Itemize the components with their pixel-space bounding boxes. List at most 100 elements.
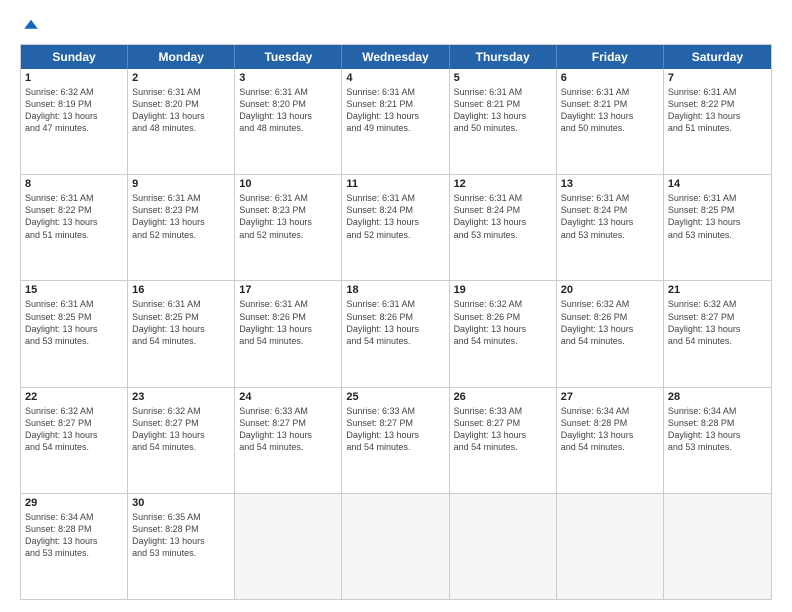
weekday-header-saturday: Saturday bbox=[664, 45, 771, 69]
cell-info-line: Sunrise: 6:32 AM bbox=[25, 405, 123, 417]
day-cell-14: 14Sunrise: 6:31 AMSunset: 8:25 PMDayligh… bbox=[664, 175, 771, 280]
day-cell-30: 30Sunrise: 6:35 AMSunset: 8:28 PMDayligh… bbox=[128, 494, 235, 599]
day-number: 28 bbox=[668, 391, 767, 403]
day-cell-7: 7Sunrise: 6:31 AMSunset: 8:22 PMDaylight… bbox=[664, 69, 771, 174]
cell-info-line: Daylight: 13 hours bbox=[132, 429, 230, 441]
day-cell-4: 4Sunrise: 6:31 AMSunset: 8:21 PMDaylight… bbox=[342, 69, 449, 174]
cell-info-line: Sunrise: 6:32 AM bbox=[561, 298, 659, 310]
day-number: 15 bbox=[25, 284, 123, 296]
calendar-row-5: 29Sunrise: 6:34 AMSunset: 8:28 PMDayligh… bbox=[21, 494, 771, 599]
day-cell-3: 3Sunrise: 6:31 AMSunset: 8:20 PMDaylight… bbox=[235, 69, 342, 174]
cell-info-line: and 54 minutes. bbox=[346, 335, 444, 347]
day-number: 2 bbox=[132, 72, 230, 84]
cell-info-line: Sunset: 8:20 PM bbox=[132, 98, 230, 110]
day-cell-24: 24Sunrise: 6:33 AMSunset: 8:27 PMDayligh… bbox=[235, 388, 342, 493]
cell-info-line: Daylight: 13 hours bbox=[132, 323, 230, 335]
cell-info-line: Sunrise: 6:35 AM bbox=[132, 511, 230, 523]
cell-info-line: and 48 minutes. bbox=[132, 122, 230, 134]
cell-info-line: and 53 minutes. bbox=[132, 547, 230, 559]
cell-info-line: Daylight: 13 hours bbox=[132, 110, 230, 122]
cell-info-line: Sunrise: 6:31 AM bbox=[454, 86, 552, 98]
calendar-row-3: 15Sunrise: 6:31 AMSunset: 8:25 PMDayligh… bbox=[21, 281, 771, 387]
cell-info-line: and 52 minutes. bbox=[239, 229, 337, 241]
cell-info-line: Sunset: 8:25 PM bbox=[25, 311, 123, 323]
day-number: 18 bbox=[346, 284, 444, 296]
cell-info-line: Sunrise: 6:33 AM bbox=[346, 405, 444, 417]
cell-info-line: Daylight: 13 hours bbox=[25, 535, 123, 547]
cell-info-line: Sunset: 8:24 PM bbox=[346, 204, 444, 216]
weekday-header-wednesday: Wednesday bbox=[342, 45, 449, 69]
header bbox=[20, 16, 772, 34]
logo bbox=[20, 16, 40, 34]
cell-info-line: Daylight: 13 hours bbox=[346, 110, 444, 122]
cell-info-line: Daylight: 13 hours bbox=[25, 216, 123, 228]
cell-info-line: and 54 minutes. bbox=[132, 335, 230, 347]
day-cell-9: 9Sunrise: 6:31 AMSunset: 8:23 PMDaylight… bbox=[128, 175, 235, 280]
cell-info-line: Sunset: 8:27 PM bbox=[454, 417, 552, 429]
cell-info-line: Daylight: 13 hours bbox=[668, 429, 767, 441]
cell-info-line: Sunrise: 6:31 AM bbox=[668, 192, 767, 204]
cell-info-line: Daylight: 13 hours bbox=[346, 323, 444, 335]
cell-info-line: Sunset: 8:26 PM bbox=[346, 311, 444, 323]
cell-info-line: Sunrise: 6:31 AM bbox=[132, 298, 230, 310]
cell-info-line: Daylight: 13 hours bbox=[132, 535, 230, 547]
day-number: 12 bbox=[454, 178, 552, 190]
cell-info-line: Daylight: 13 hours bbox=[454, 110, 552, 122]
cell-info-line: Sunrise: 6:31 AM bbox=[239, 86, 337, 98]
cell-info-line: Daylight: 13 hours bbox=[25, 110, 123, 122]
cell-info-line: Sunset: 8:23 PM bbox=[132, 204, 230, 216]
cell-info-line: Sunrise: 6:32 AM bbox=[454, 298, 552, 310]
cell-info-line: Sunrise: 6:31 AM bbox=[239, 192, 337, 204]
calendar-row-2: 8Sunrise: 6:31 AMSunset: 8:22 PMDaylight… bbox=[21, 175, 771, 281]
cell-info-line: and 50 minutes. bbox=[561, 122, 659, 134]
day-number: 22 bbox=[25, 391, 123, 403]
day-cell-1: 1Sunrise: 6:32 AMSunset: 8:19 PMDaylight… bbox=[21, 69, 128, 174]
cell-info-line: Sunset: 8:27 PM bbox=[25, 417, 123, 429]
day-number: 21 bbox=[668, 284, 767, 296]
day-cell-28: 28Sunrise: 6:34 AMSunset: 8:28 PMDayligh… bbox=[664, 388, 771, 493]
day-number: 24 bbox=[239, 391, 337, 403]
empty-cell bbox=[557, 494, 664, 599]
cell-info-line: Sunrise: 6:31 AM bbox=[561, 86, 659, 98]
cell-info-line: Sunrise: 6:31 AM bbox=[668, 86, 767, 98]
cell-info-line: and 54 minutes. bbox=[668, 335, 767, 347]
day-number: 16 bbox=[132, 284, 230, 296]
cell-info-line: Daylight: 13 hours bbox=[25, 323, 123, 335]
cell-info-line: Daylight: 13 hours bbox=[454, 429, 552, 441]
cell-info-line: Sunrise: 6:31 AM bbox=[132, 86, 230, 98]
weekday-header-friday: Friday bbox=[557, 45, 664, 69]
cell-info-line: and 54 minutes. bbox=[454, 441, 552, 453]
cell-info-line: Sunset: 8:21 PM bbox=[346, 98, 444, 110]
cell-info-line: Daylight: 13 hours bbox=[346, 429, 444, 441]
day-cell-6: 6Sunrise: 6:31 AMSunset: 8:21 PMDaylight… bbox=[557, 69, 664, 174]
cell-info-line: and 53 minutes. bbox=[25, 547, 123, 559]
cell-info-line: Sunset: 8:22 PM bbox=[25, 204, 123, 216]
cell-info-line: and 54 minutes. bbox=[561, 441, 659, 453]
cell-info-line: Sunset: 8:26 PM bbox=[454, 311, 552, 323]
cell-info-line: Sunset: 8:27 PM bbox=[239, 417, 337, 429]
day-number: 30 bbox=[132, 497, 230, 509]
cell-info-line: Sunset: 8:26 PM bbox=[239, 311, 337, 323]
day-number: 20 bbox=[561, 284, 659, 296]
day-number: 29 bbox=[25, 497, 123, 509]
cell-info-line: Sunrise: 6:33 AM bbox=[239, 405, 337, 417]
day-number: 19 bbox=[454, 284, 552, 296]
cell-info-line: and 48 minutes. bbox=[239, 122, 337, 134]
day-cell-27: 27Sunrise: 6:34 AMSunset: 8:28 PMDayligh… bbox=[557, 388, 664, 493]
day-cell-20: 20Sunrise: 6:32 AMSunset: 8:26 PMDayligh… bbox=[557, 281, 664, 386]
cell-info-line: Sunset: 8:20 PM bbox=[239, 98, 337, 110]
cell-info-line: Daylight: 13 hours bbox=[668, 110, 767, 122]
cell-info-line: and 54 minutes. bbox=[132, 441, 230, 453]
cell-info-line: Sunset: 8:24 PM bbox=[561, 204, 659, 216]
cell-info-line: Sunrise: 6:34 AM bbox=[25, 511, 123, 523]
cell-info-line: Sunrise: 6:32 AM bbox=[668, 298, 767, 310]
weekday-header-sunday: Sunday bbox=[21, 45, 128, 69]
cell-info-line: Daylight: 13 hours bbox=[454, 323, 552, 335]
empty-cell bbox=[450, 494, 557, 599]
cell-info-line: Daylight: 13 hours bbox=[132, 216, 230, 228]
day-number: 8 bbox=[25, 178, 123, 190]
cell-info-line: and 54 minutes. bbox=[239, 335, 337, 347]
cell-info-line: and 47 minutes. bbox=[25, 122, 123, 134]
cell-info-line: Daylight: 13 hours bbox=[346, 216, 444, 228]
cell-info-line: and 53 minutes. bbox=[668, 229, 767, 241]
